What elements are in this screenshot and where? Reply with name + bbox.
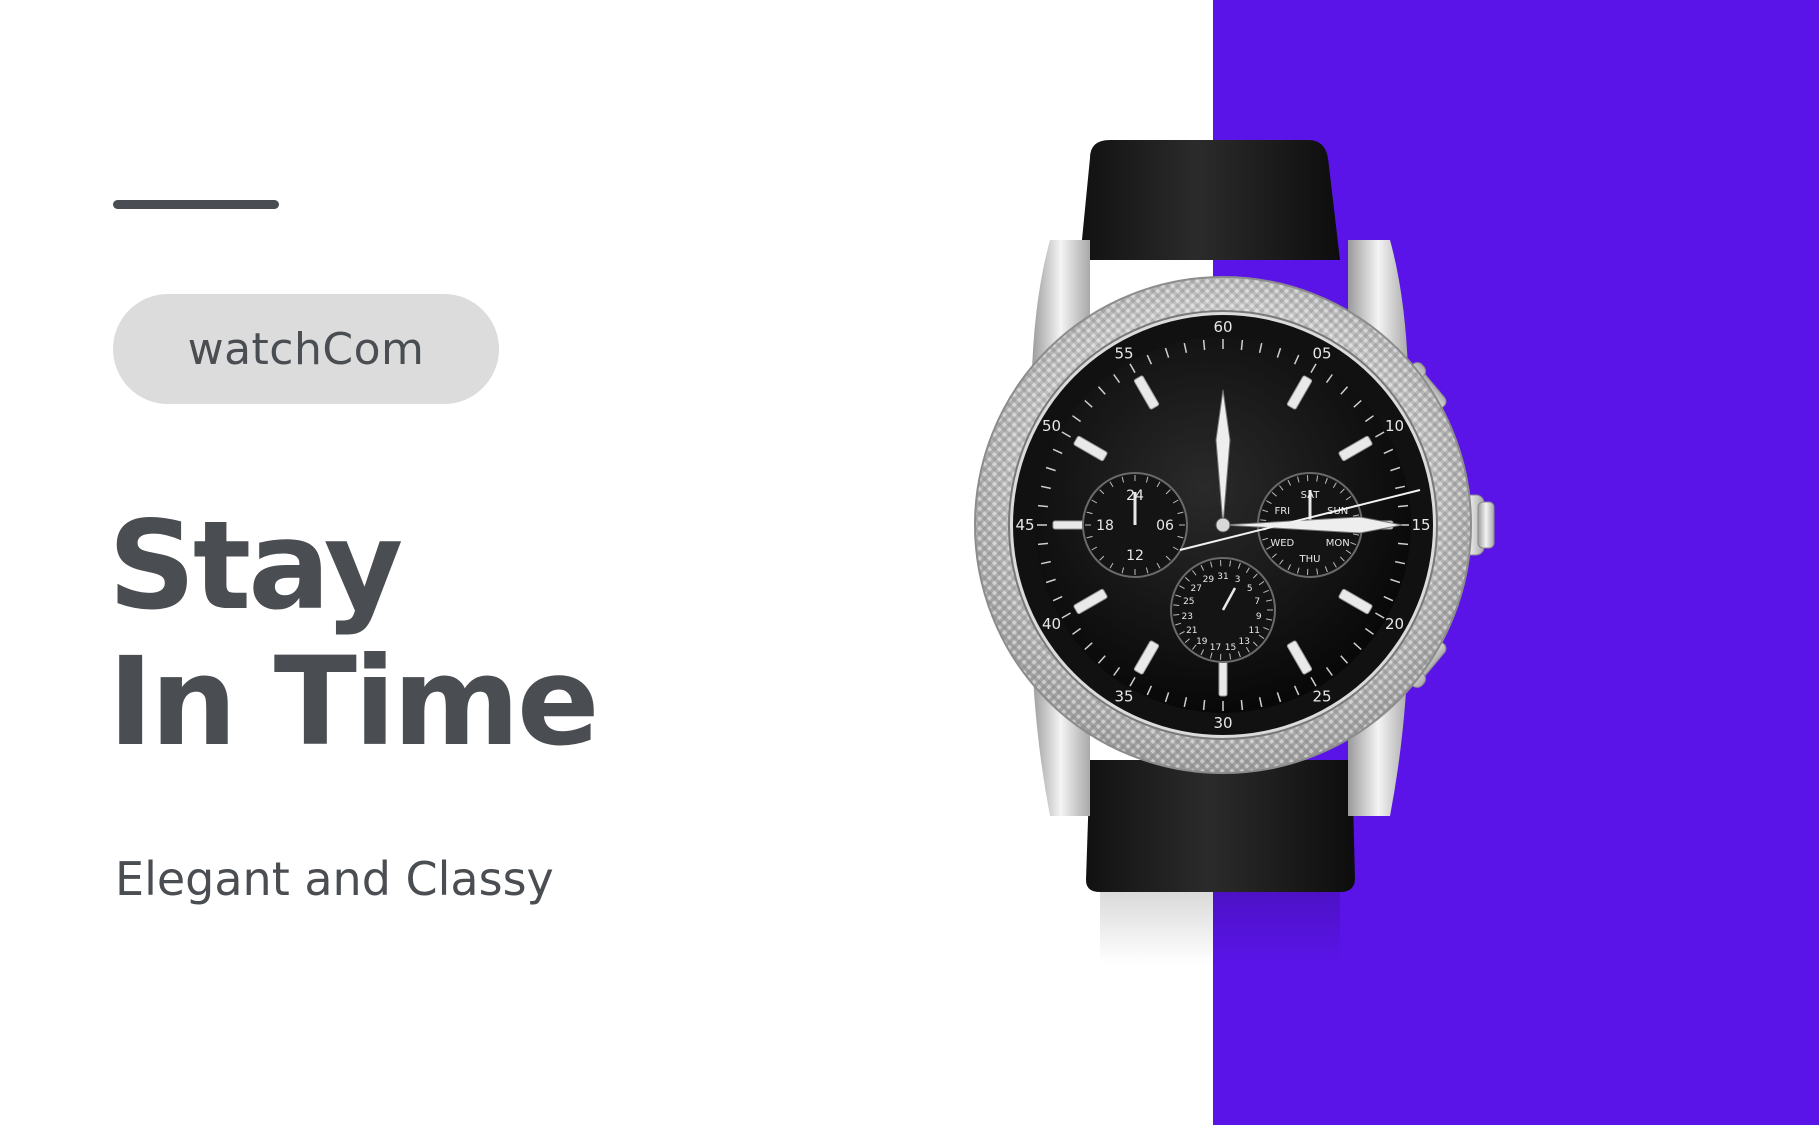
- subdial-date: 31: [1217, 572, 1228, 582]
- bezel-number: 30: [1213, 714, 1232, 732]
- subdial-left: 24061218: [1082, 472, 1188, 578]
- subdial-date: 25: [1183, 597, 1194, 607]
- bezel-number: 35: [1114, 688, 1133, 706]
- bottom-strap: [1086, 760, 1355, 892]
- brand-name: watchCom: [187, 323, 425, 375]
- subdial-date: 11: [1248, 626, 1259, 636]
- subdial-date: 5: [1247, 584, 1253, 594]
- slide: watchCom Stay In Time Elegant and Classy: [0, 0, 1819, 1125]
- top-strap: [1080, 140, 1340, 260]
- subdial-date: 15: [1225, 643, 1236, 653]
- subdial-date: 7: [1254, 597, 1260, 607]
- subdial-day: THU: [1299, 554, 1321, 565]
- tagline: Elegant and Classy: [115, 852, 554, 906]
- headline-line-2: In Time: [108, 631, 600, 773]
- subdial-date: 9: [1256, 612, 1262, 622]
- subdial-number: 18: [1096, 518, 1114, 534]
- subdial-day: FRI: [1274, 506, 1290, 517]
- subdial-day: WED: [1270, 538, 1294, 549]
- subdial-date: 23: [1181, 612, 1192, 622]
- brand-pill: watchCom: [113, 294, 499, 404]
- bezel-number: 20: [1385, 615, 1404, 633]
- subdial-date: 17: [1210, 643, 1221, 653]
- decorative-rule: [113, 200, 279, 209]
- bezel-number: 60: [1213, 318, 1232, 336]
- watch-image: 600510152025303540455055 24061218 SATSUN…: [974, 140, 1495, 965]
- subdial-date: 13: [1238, 637, 1249, 647]
- subdial-date: 3: [1235, 575, 1241, 585]
- headline: Stay In Time: [108, 495, 600, 773]
- subdial-date: 27: [1190, 584, 1201, 594]
- bezel-number: 45: [1015, 516, 1034, 534]
- bezel-number: 05: [1312, 345, 1331, 363]
- bezel-number: 40: [1042, 615, 1061, 633]
- subdial-bottom: 31 357 9 111315 171921 23 25 2729: [1170, 557, 1276, 663]
- headline-line-1: Stay: [108, 495, 403, 637]
- subdial-date: 29: [1203, 575, 1215, 585]
- bezel-number: 10: [1385, 417, 1404, 435]
- subdial-date: 19: [1196, 637, 1208, 647]
- bezel-number: 50: [1042, 417, 1061, 435]
- bezel-number: 25: [1312, 688, 1331, 706]
- bezel-number: 55: [1114, 345, 1133, 363]
- subdial-day: MON: [1326, 538, 1350, 549]
- subdial-date: 21: [1186, 626, 1197, 636]
- subdial-number: 06: [1156, 518, 1174, 534]
- subdial-number: 12: [1126, 548, 1144, 564]
- bezel-number: 15: [1411, 516, 1430, 534]
